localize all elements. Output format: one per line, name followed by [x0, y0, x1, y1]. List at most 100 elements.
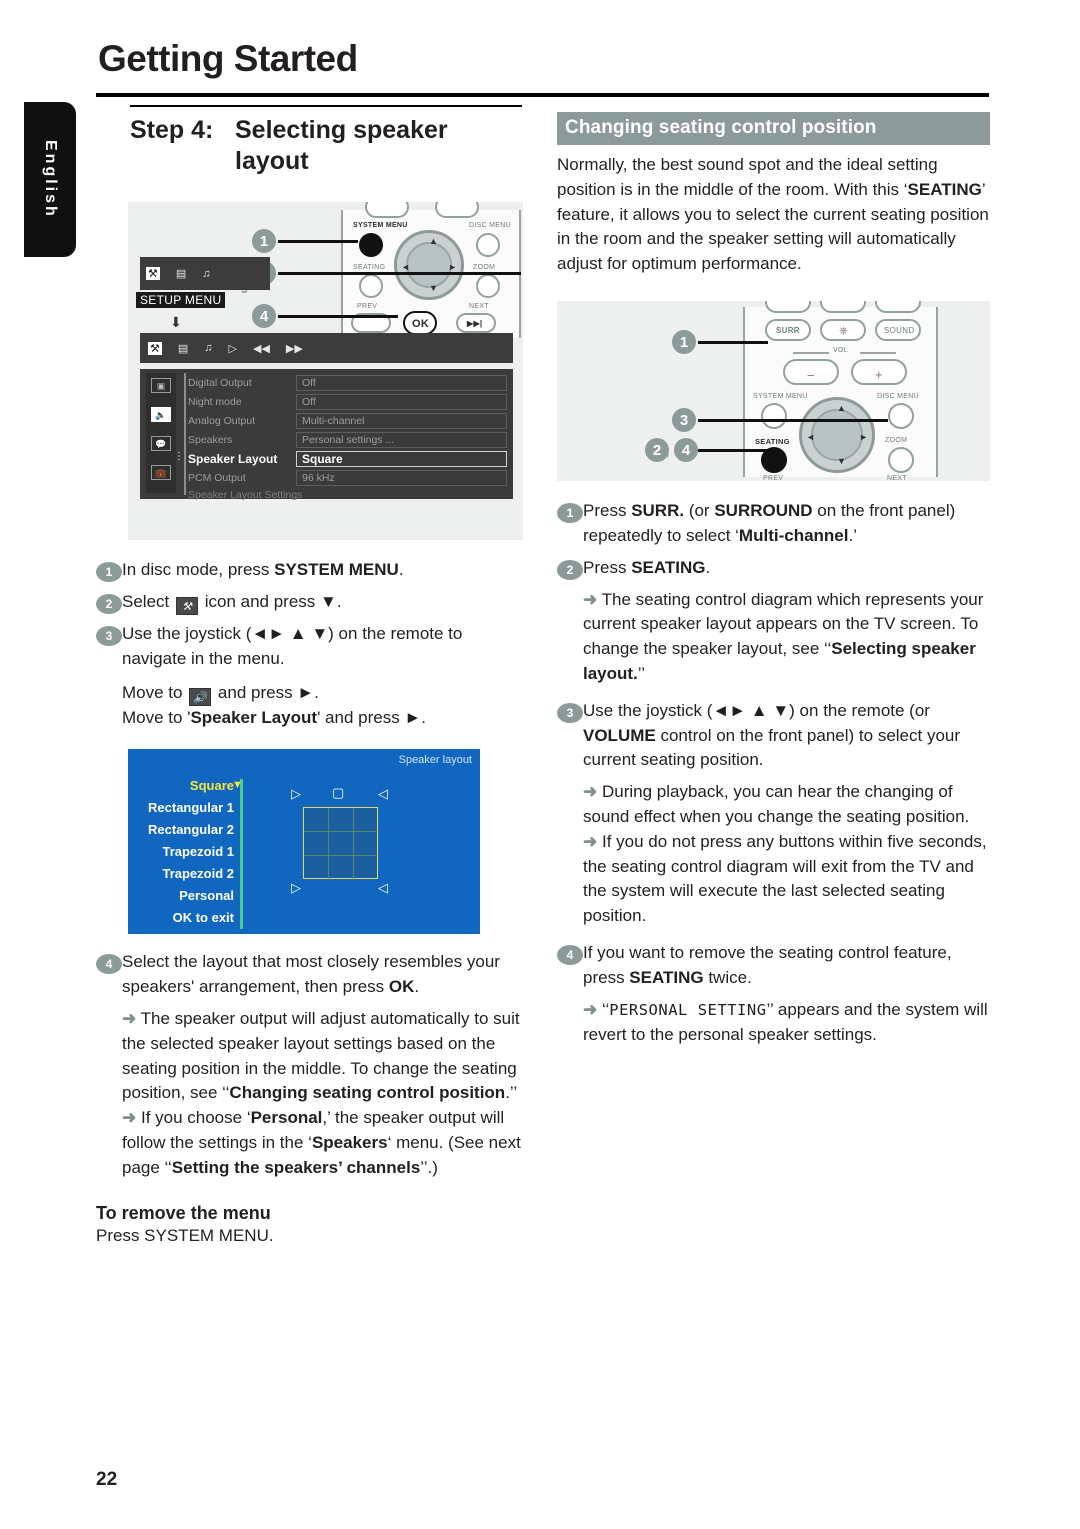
step-bullet: 4	[96, 954, 122, 975]
leader-line-23	[278, 272, 521, 275]
tv-room-grid	[303, 807, 379, 881]
step4-bullet-2: ➜ If you choose ‘Personal,’ the speaker …	[122, 1108, 521, 1177]
osd-row-value: Personal settings ...	[296, 431, 507, 448]
tv-option-list: Square Rectangular 1 Rectangular 2 Trape…	[132, 775, 240, 929]
button-system-menu[interactable]	[359, 233, 383, 257]
illustration-seating-remote: SURR ⎈ SOUND VOL − + SYSTEM MENU DISC ME…	[557, 301, 990, 482]
label-zoom: ZOOM	[473, 264, 496, 271]
osd-row[interactable]: Analog Output Multi-channel	[188, 412, 507, 429]
osd-general-icon: ▣	[151, 378, 171, 393]
leader-line-r3	[698, 419, 888, 423]
osd-row[interactable]: Speakers Personal settings ...	[188, 431, 507, 448]
step-title: Selecting speaker layout	[235, 116, 448, 175]
button-seating[interactable]	[359, 274, 383, 298]
right-step2-bullet: ➜ The seating control diagram which repr…	[583, 589, 984, 683]
list-item: 4 If you want to remove the seating cont…	[557, 941, 990, 991]
label-prev: PREV	[357, 303, 378, 310]
tv-list-divider	[240, 779, 243, 930]
button-disc-menu-2[interactable]	[888, 403, 914, 430]
page-number: 22	[96, 1469, 118, 1490]
tv-option-trapezoid-2[interactable]: Trapezoid 2	[132, 863, 240, 885]
osd-row[interactable]: Night mode Off	[188, 393, 507, 410]
label-ok: OK	[412, 318, 430, 330]
list-item: 2 Press SEATING.	[557, 556, 990, 581]
step-bullet: 3	[557, 702, 583, 723]
osd-row-label: Digital Output	[188, 376, 252, 389]
button-zoom-2[interactable]	[888, 447, 914, 474]
osd-play-icon: ▷	[228, 342, 237, 355]
joystick[interactable]: ▲ ▼ ◄ ►	[394, 230, 464, 300]
button-disc-menu[interactable]	[476, 233, 500, 257]
osd-row-value: Off	[296, 374, 507, 391]
label-next-2: NEXT	[887, 475, 907, 482]
leader-line-r24	[698, 449, 768, 453]
tv-option-trapezoid-1[interactable]: Trapezoid 1	[132, 841, 240, 863]
osd-row-label: Analog Output	[188, 414, 256, 427]
osd-audio-icon-2: ♫	[204, 342, 213, 354]
step-number: Step 4:	[130, 116, 214, 144]
list-item: 1 Press SURR. (or SURROUND on the front …	[557, 499, 990, 549]
tv-option-ok-to-exit[interactable]: OK to exit	[132, 907, 240, 929]
list-item: 3 Use the joystick (◄► ▲ ▼) on the remot…	[96, 622, 526, 672]
step-text: Select ⚒ icon and press ▼.	[122, 591, 342, 615]
icon-plus: +	[875, 367, 883, 383]
tv-center-speaker-icon: ▢	[332, 785, 345, 801]
list-item: 2 Select ⚒ icon and press ▼.	[96, 590, 526, 615]
osd-setup-icon-2: ⚒	[148, 341, 162, 355]
step-bullet: 3	[96, 625, 122, 646]
language-tab: English	[24, 102, 76, 257]
tv-speaker-layout-screen: Speaker layout Square Rectangular 1 Rect…	[128, 749, 480, 935]
leader-line-1	[278, 240, 358, 243]
osd-row-label: Speakers	[188, 433, 233, 446]
label-system-menu: SYSTEM MENU	[353, 222, 408, 229]
list-item: 4 Select the layout that most closely re…	[96, 950, 526, 1000]
step-text: If you want to remove the seating contro…	[583, 943, 952, 987]
button-zoom[interactable]	[476, 274, 500, 298]
osd-second-bar: ⚒ ▤ ♫ ▷ ◀◀ ▶▶	[140, 333, 513, 363]
step4-bullet-1: ➜ The speaker output will adjust automat…	[122, 1008, 520, 1103]
left-step4-block: 4 Select the layout that most closely re…	[96, 950, 526, 1180]
step-text: Press SURR. (or SURROUND on the front pa…	[583, 501, 956, 545]
leader-line-4	[278, 315, 398, 318]
icon-minus: −	[807, 368, 815, 384]
step-text: Use the joystick (◄► ▲ ▼) on the remote …	[583, 700, 961, 770]
osd-preference-icon: 💼	[151, 465, 171, 480]
step3-extra-1: Move to 🔊 and press ►.	[122, 683, 319, 707]
leader-line-r1	[698, 341, 768, 345]
label-seating: SEATING	[353, 264, 386, 271]
joystick-2[interactable]: ▲ ▼ ◄ ►	[799, 397, 875, 474]
osd-row[interactable]: PCM Output 96 kHz	[188, 469, 507, 486]
osd-forward-icon: ▶▶	[285, 342, 303, 355]
icon-standby: ⎈	[839, 325, 849, 338]
step-text: Select the layout that most closely rese…	[122, 952, 500, 997]
osd-audio-icon: ♫	[202, 267, 211, 280]
right-column: Changing seating control position Normal…	[557, 112, 990, 1047]
osd-row[interactable]: Digital Output Off	[188, 374, 507, 391]
left-instructions: 1 In disc mode, press SYSTEM MENU. 2 Sel…	[96, 558, 526, 731]
right-instructions: 1 Press SURR. (or SURROUND on the front …	[557, 499, 990, 1047]
step-bullet: 4	[557, 945, 583, 966]
title-divider	[96, 93, 989, 97]
label-sound: SOUND	[884, 326, 915, 336]
osd-video-icon: 💬	[151, 436, 171, 451]
label-disc-menu: DISC MENU	[469, 222, 511, 229]
tv-option-square[interactable]: Square	[132, 775, 240, 797]
tv-screen-title: Speaker layout	[398, 754, 472, 767]
tv-option-rectangular-2[interactable]: Rectangular 2	[132, 819, 240, 841]
right-step4-bullet: ➜ ‘‘PERSONAL SETTING’’ appears and the s…	[583, 999, 988, 1044]
step-bullet: 1	[96, 562, 122, 582]
label-vol: VOL	[833, 347, 848, 355]
step-bullet: 2	[557, 559, 583, 580]
callout-1: 1	[252, 229, 276, 253]
osd-row-selected[interactable]: Speaker Layout Square	[188, 450, 507, 467]
step-bullet: 2	[96, 593, 122, 614]
button-system-menu-2[interactable]	[761, 403, 787, 430]
right-step3-bullet-1: ➜ During playback, you can hear the chan…	[583, 782, 970, 826]
tv-option-personal[interactable]: Personal	[132, 885, 240, 907]
callout-4: 4	[252, 304, 276, 328]
icon-next: ▶▶|	[467, 319, 483, 328]
osd-display-icon-2: ▤	[177, 342, 189, 355]
language-tab-label: English	[42, 140, 59, 219]
tv-option-rectangular-1[interactable]: Rectangular 1	[132, 797, 240, 819]
osd-audio-setup-icon[interactable]: 🔈	[151, 407, 171, 422]
